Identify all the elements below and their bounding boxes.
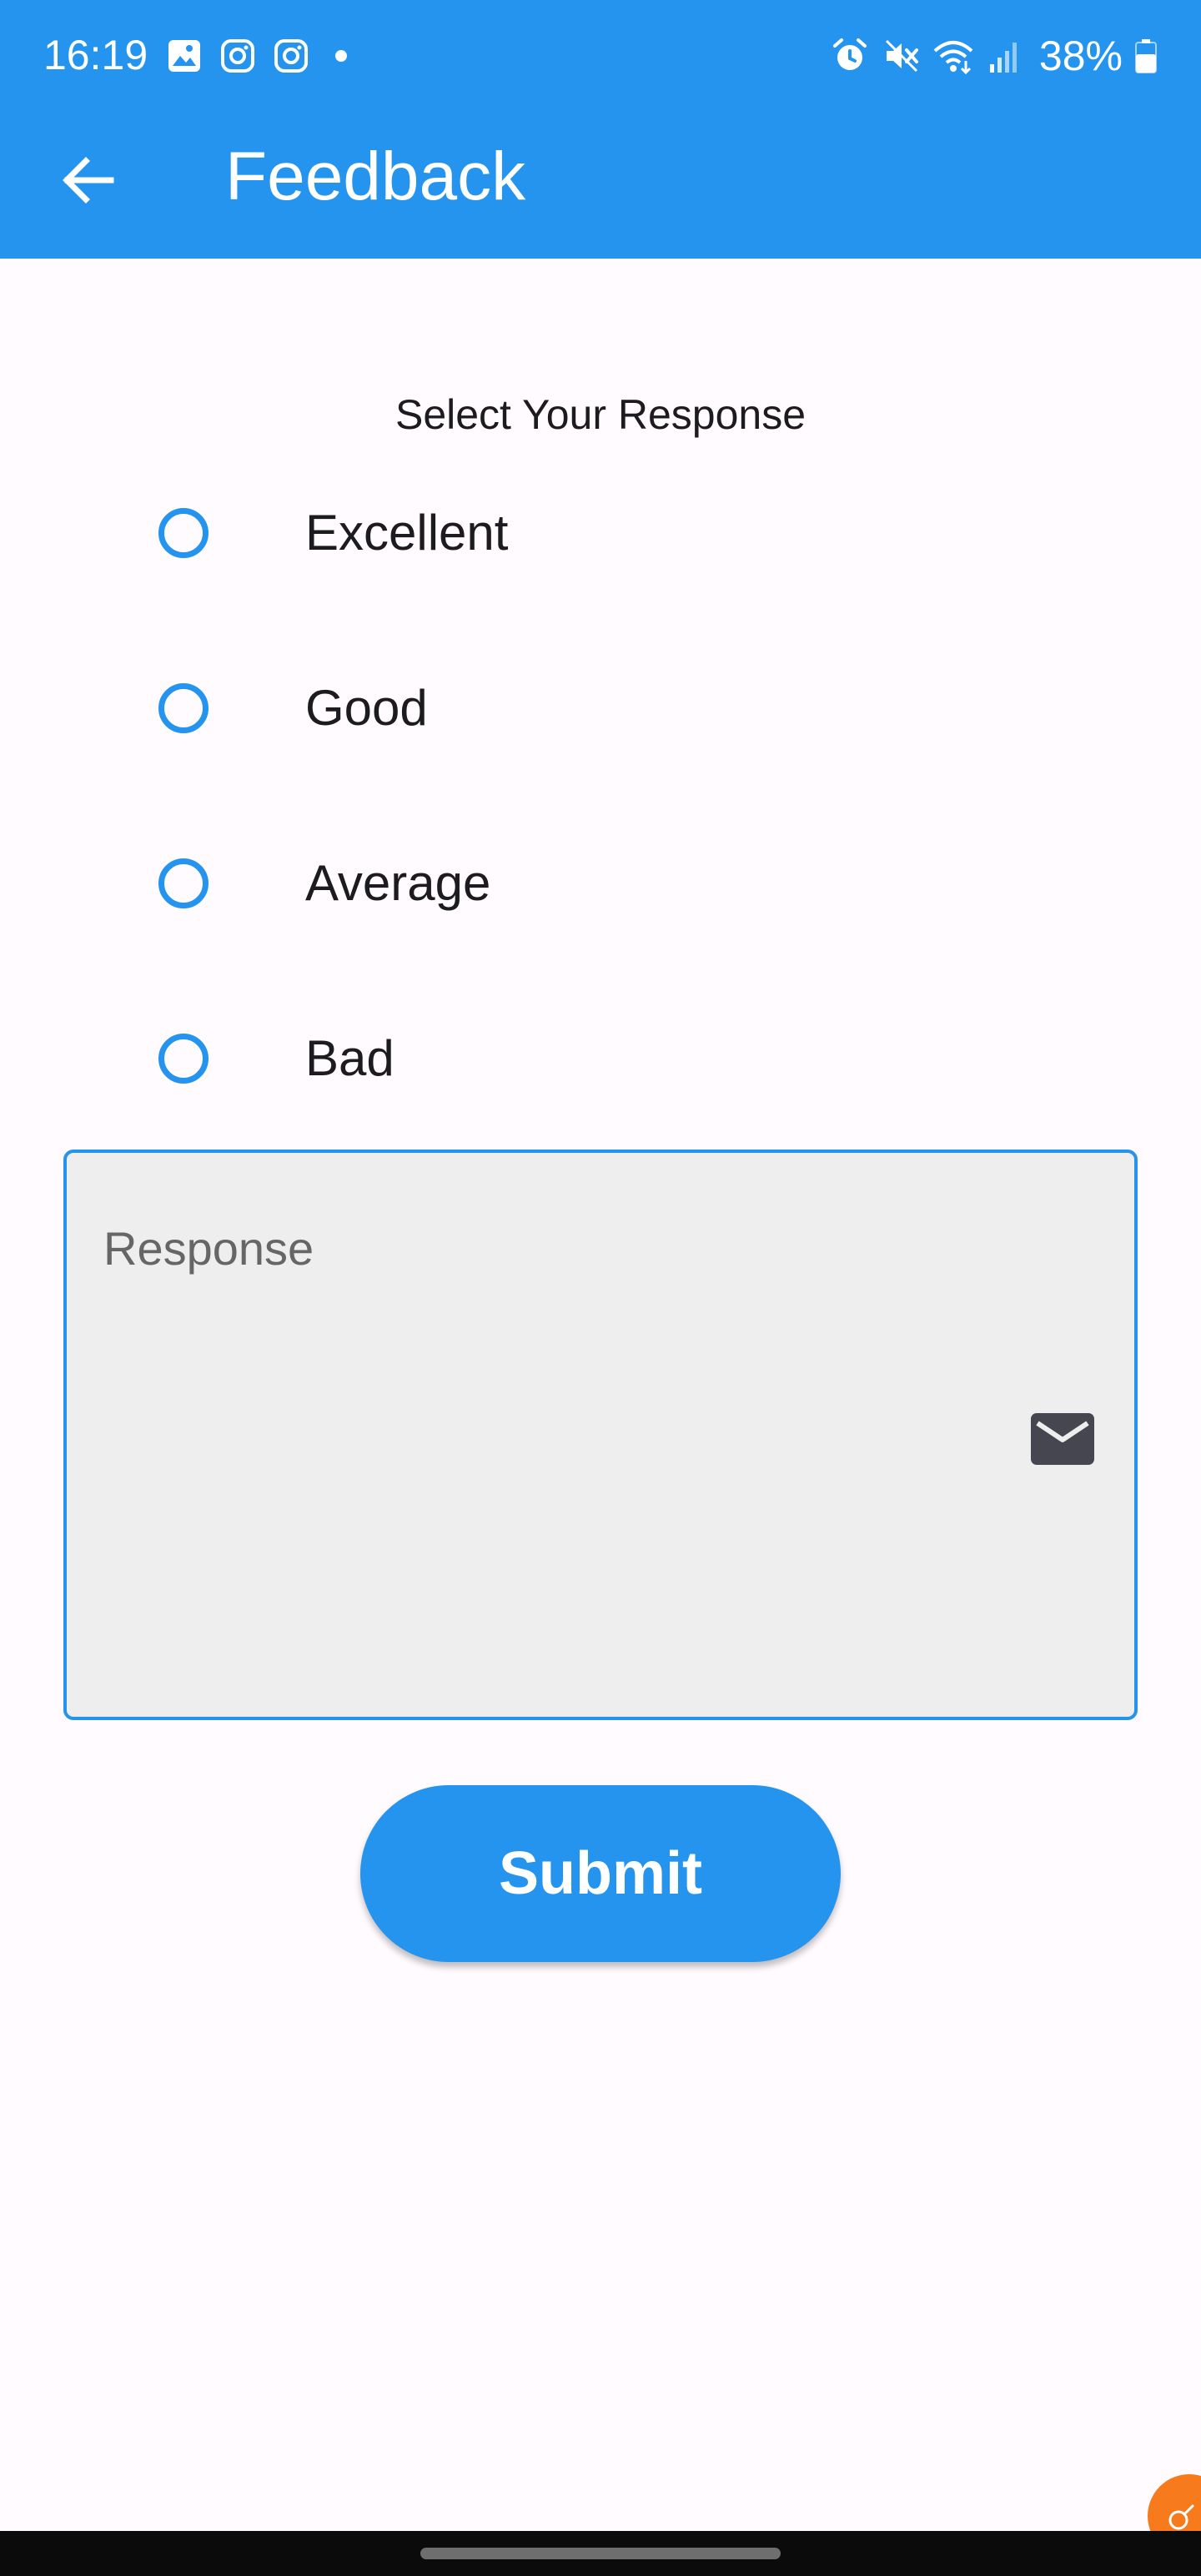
status-time: 16:19	[43, 32, 148, 78]
mute-icon	[881, 35, 922, 77]
home-indicator[interactable]	[420, 2548, 781, 2559]
radio-option-excellent[interactable]: Excellent	[150, 487, 901, 579]
notification-dot-icon	[335, 50, 347, 62]
navigation-bar	[0, 2531, 1201, 2576]
page-title: Feedback	[225, 138, 526, 214]
back-button[interactable]	[50, 142, 127, 219]
toolbar: Feedback	[0, 108, 1201, 259]
instagram-icon	[215, 33, 260, 78]
radio-button[interactable]	[158, 683, 209, 733]
signal-icon	[984, 35, 1026, 77]
radio-option-average[interactable]: Average	[150, 838, 901, 929]
instagram-icon	[269, 33, 314, 78]
battery-icon	[1133, 35, 1159, 77]
radio-button[interactable]	[158, 1034, 209, 1084]
radio-button[interactable]	[158, 508, 209, 558]
radio-button[interactable]	[158, 858, 209, 908]
radio-option-bad[interactable]: Bad	[150, 1013, 901, 1104]
radio-label: Average	[305, 855, 491, 911]
radio-label: Excellent	[305, 505, 509, 561]
status-bar: 16:19 38%	[0, 0, 1201, 108]
section-heading: Select Your Response	[394, 391, 807, 438]
response-input[interactable]: Response	[63, 1150, 1138, 1720]
radio-label: Good	[305, 680, 428, 736]
radio-option-good[interactable]: Good	[150, 662, 901, 754]
app-bar: 16:19 38% Feedback	[0, 0, 1201, 259]
response-placeholder: Response	[103, 1222, 314, 1275]
status-notification-icons	[162, 33, 347, 78]
wifi-icon	[932, 35, 974, 77]
battery-level: 38%	[1038, 33, 1123, 79]
status-system-icons: 38%	[829, 32, 1159, 80]
submit-button[interactable]: Submit	[360, 1785, 841, 1962]
radio-label: Bad	[305, 1030, 394, 1086]
mail-icon	[1031, 1413, 1094, 1465]
alarm-icon	[829, 35, 871, 77]
arrow-back-icon	[63, 157, 114, 204]
gallery-icon	[162, 33, 207, 78]
